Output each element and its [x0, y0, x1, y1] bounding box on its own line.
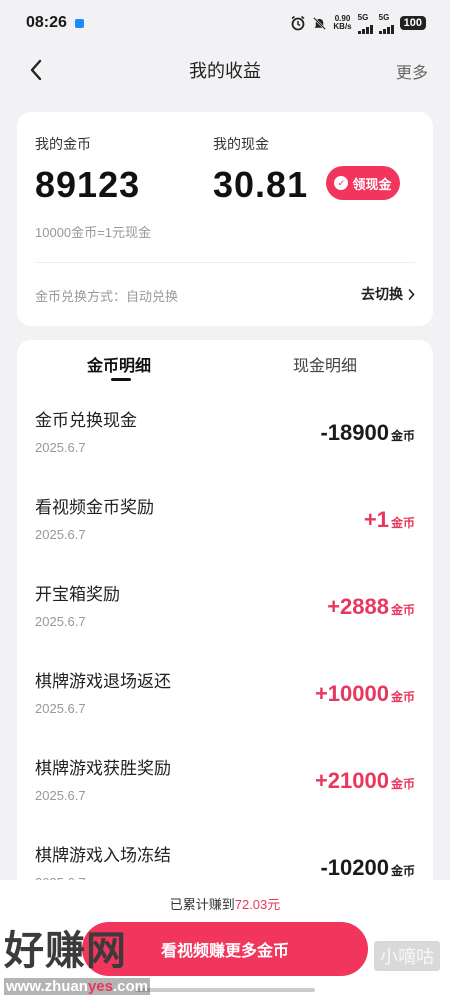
signal-2-label: 5G [378, 12, 390, 22]
signal-1-label: 5G [357, 12, 369, 22]
record-date: 2025.6.7 [35, 614, 86, 629]
chevron-left-icon [30, 59, 42, 81]
record-amount: -18900 金币 [320, 420, 415, 446]
watermark-right-logo: 小嘀咕 [374, 941, 440, 971]
record-amount-value: -18900 [320, 420, 389, 445]
divider [35, 262, 415, 263]
record-title: 看视频金币奖励 [35, 498, 154, 517]
switch-link-label: 去切换 [361, 286, 403, 302]
record-amount-value: +10000 [314, 681, 389, 706]
record-title: 金币兑换现金 [35, 411, 137, 430]
total-earned-prefix: 已累计赚到 [169, 897, 235, 912]
more-button[interactable]: 更多 [396, 59, 428, 83]
record-amount-unit: 金币 [390, 690, 415, 704]
list-item: 棋牌游戏退场返还 2025.6.7 +10000 金币 [17, 667, 433, 754]
record-amount: +10000 金币 [315, 681, 415, 707]
list-item: 看视频金币奖励 2025.6.7 +1 金币 [17, 493, 433, 580]
status-time: 08:26 [26, 14, 67, 31]
record-amount-value: +2888 [327, 594, 389, 619]
list-item: 开宝箱奖励 2025.6.7 +2888 金币 [17, 580, 433, 667]
coin-check-icon: ✓ [334, 176, 349, 190]
record-amount-unit: 金币 [390, 516, 415, 530]
watermark-left-url: www.zhuanyes.com [4, 978, 150, 995]
switch-exchange-mode-link[interactable]: 去切换 [361, 284, 415, 304]
record-title: 棋牌游戏入场冻结 [35, 846, 171, 865]
net-speed-unit: KB/s [333, 22, 352, 31]
record-title: 棋牌游戏获胜奖励 [35, 759, 171, 778]
record-amount-unit: 金币 [390, 777, 415, 791]
page-title: 我的收益 [189, 61, 261, 81]
record-amount-unit: 金币 [390, 603, 415, 617]
active-tab-indicator [111, 378, 131, 381]
watermark-left: 好赚网 www.zhuanyes.com [4, 918, 150, 995]
earnings-summary-card: 我的金币 89123 我的现金 30.81 ✓ 领现金 10000金币=1元现金… [17, 112, 433, 326]
signal-2-bars-icon [378, 22, 394, 34]
watermark-right-url: xdgit.com [381, 973, 433, 987]
back-button[interactable] [22, 56, 50, 84]
tab-cash-detail[interactable]: 现金明细 [293, 352, 357, 376]
coins-label: 我的金币 [35, 136, 91, 152]
status-bar: 08:26 0.90 KB/s 5G 5G 100 [0, 0, 450, 46]
record-amount-value: -10200 [320, 855, 389, 880]
watermark-url-part-a: www.zhuan [6, 978, 88, 995]
record-amount: -10200 金币 [320, 855, 415, 881]
chevron-right-icon [408, 288, 415, 300]
net-speed: 0.90 KB/s [333, 15, 351, 31]
record-title: 开宝箱奖励 [35, 585, 120, 604]
watermark-right: 线报首发社区 小嘀咕 xdgit.com [374, 924, 440, 987]
record-date: 2025.6.7 [35, 788, 86, 803]
watermark-url-part-c: .com [112, 978, 148, 995]
mute-bell-icon [313, 16, 327, 30]
withdraw-cash-label: 领现金 [352, 176, 392, 192]
record-date: 2025.6.7 [35, 527, 86, 542]
coins-value: 89123 [35, 164, 141, 205]
total-earned-amount: 72.03元 [234, 897, 281, 912]
battery-icon: 100 [399, 16, 426, 30]
total-earned-line: 已累计赚到72.03元 [0, 894, 450, 913]
record-title: 棋牌游戏退场返还 [35, 672, 171, 691]
signal-2: 5G [378, 12, 394, 34]
record-amount: +1 金币 [364, 507, 415, 533]
list-item: 金币兑换现金 2025.6.7 -18900 金币 [17, 406, 433, 493]
home-indicator [135, 988, 315, 992]
app-notification-icon [74, 18, 84, 28]
record-date: 2025.6.7 [35, 440, 86, 455]
withdraw-cash-button[interactable]: ✓ 领现金 [326, 166, 400, 200]
record-amount: +21000 金币 [315, 768, 415, 794]
record-amount-value: +1 [363, 507, 389, 532]
record-amount-unit: 金币 [390, 429, 415, 443]
watermark-right-tagline: 线报首发社区 [377, 928, 437, 939]
status-left: 08:26 [26, 14, 84, 32]
record-amount-unit: 金币 [390, 864, 415, 878]
tab-coin-detail[interactable]: 金币明细 [87, 352, 151, 376]
record-amount: +2888 金币 [327, 594, 415, 620]
watermark-url-part-b: yes [87, 978, 113, 995]
watermark-left-logo: 好赚网 [4, 928, 127, 974]
exchange-mode-text: 金币兑换方式：自动兑换 [35, 289, 179, 304]
record-date: 2025.6.7 [35, 701, 86, 716]
exchange-rate-note: 10000金币=1元现金 [35, 225, 151, 240]
signal-1-bars-icon [357, 22, 373, 34]
nav-bar: 我的收益 更多 [0, 46, 450, 94]
signal-1: 5G [357, 12, 373, 34]
alarm-icon [291, 15, 305, 31]
cash-value: 30.81 [213, 164, 309, 205]
list-item: 棋牌游戏获胜奖励 2025.6.7 +21000 金币 [17, 754, 433, 841]
cash-label: 我的现金 [213, 136, 269, 152]
status-right: 0.90 KB/s 5G 5G 100 [290, 13, 426, 34]
record-amount-value: +21000 [314, 768, 389, 793]
detail-tabs: 金币明细 现金明细 [17, 340, 433, 386]
